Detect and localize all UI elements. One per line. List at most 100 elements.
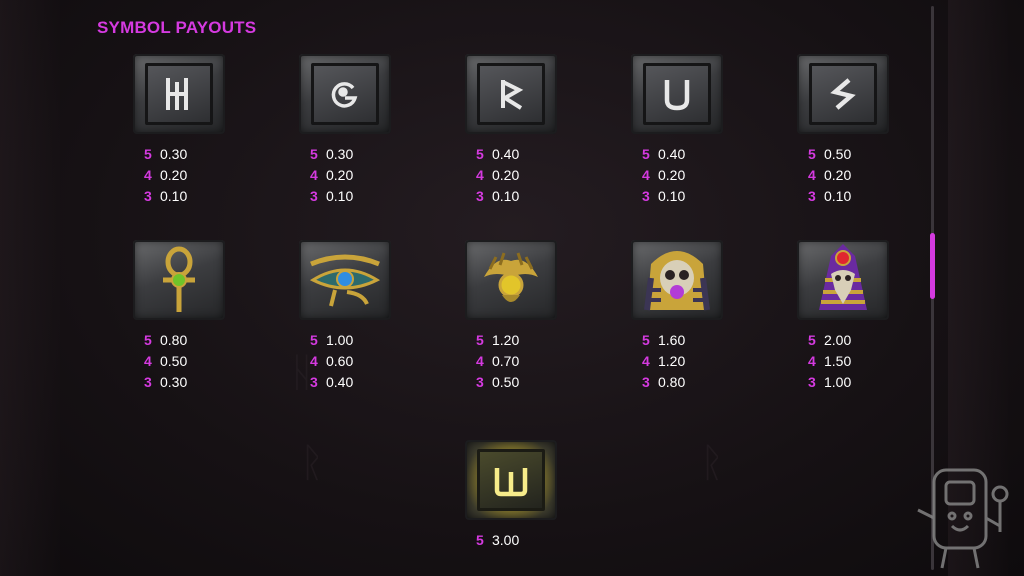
payout-value: 0.20 — [658, 167, 686, 183]
symbol-count: 4 — [144, 353, 152, 369]
symbol-count: 3 — [808, 374, 816, 390]
payout-value: 3.00 — [492, 532, 520, 548]
payout-row: 5 1.00 — [310, 330, 380, 351]
page-title: SYMBOL PAYOUTS — [97, 18, 257, 37]
payout-row: 4 0.20 — [642, 165, 712, 186]
symbol-tile — [465, 240, 557, 320]
payout-value: 0.10 — [824, 188, 852, 204]
payout-value: 1.20 — [492, 332, 520, 348]
symbol-tile — [465, 440, 557, 520]
symbol-count: 5 — [808, 332, 816, 348]
payout-value: 1.00 — [824, 374, 852, 390]
payout-list: 5 2.00 4 1.50 3 1.00 — [808, 330, 878, 393]
symbol-count: 4 — [808, 167, 816, 183]
payout-value: 0.30 — [160, 146, 188, 162]
payout-list: 5 0.40 4 0.20 3 0.10 — [642, 144, 712, 207]
scarab-icon — [484, 252, 538, 302]
payout-row: 5 0.80 — [144, 330, 214, 351]
symbol-count: 4 — [310, 167, 318, 183]
payout-row: 3 0.50 — [476, 372, 546, 393]
payout-row: 5 1.60 — [642, 330, 712, 351]
symbol-card: 5 2.00 4 1.50 3 1.00 — [797, 240, 889, 393]
payout-row: 4 0.20 — [144, 165, 214, 186]
payout-row: 4 1.20 — [642, 351, 712, 372]
symbol-count: 3 — [642, 374, 650, 390]
symbol-count: 3 — [310, 188, 318, 204]
payout-list: 5 0.30 4 0.20 3 0.10 — [144, 144, 214, 207]
payout-row: 5 0.30 — [144, 144, 214, 165]
symbol-tile — [299, 240, 391, 320]
payout-row: 3 0.80 — [642, 372, 712, 393]
symbol-count: 3 — [144, 374, 152, 390]
payout-row: 3 0.10 — [808, 186, 878, 207]
pharaoh-skull-icon — [644, 251, 710, 311]
symbol-tile — [465, 54, 557, 134]
symbol-count: 4 — [310, 353, 318, 369]
payout-list: 5 0.80 4 0.50 3 0.30 — [144, 330, 214, 393]
payout-value: 0.20 — [492, 167, 520, 183]
symbol-count: 3 — [808, 188, 816, 204]
symbol-tile — [631, 54, 723, 134]
symbol-card: 5 0.40 4 0.20 3 0.10 — [465, 54, 557, 207]
payout-value: 1.60 — [658, 332, 686, 348]
payout-value: 0.20 — [160, 167, 188, 183]
payout-row: 4 0.20 — [476, 165, 546, 186]
rune-u-icon — [664, 80, 690, 111]
ankh-icon — [163, 246, 195, 312]
payout-value: 0.70 — [492, 353, 520, 369]
payout-value: 0.40 — [326, 374, 354, 390]
payout-list: 5 3.00 — [476, 530, 546, 551]
symbol-tile — [631, 240, 723, 320]
symbol-frame — [311, 63, 379, 125]
eye-of-horus-icon — [309, 254, 381, 307]
symbol-count: 4 — [642, 167, 650, 183]
symbol-count: 5 — [476, 532, 484, 548]
payout-row: 3 0.10 — [642, 186, 712, 207]
payout-value: 1.50 — [824, 353, 852, 369]
payout-row: 5 0.50 — [808, 144, 878, 165]
payout-row: 3 0.30 — [144, 372, 214, 393]
payout-row: 5 2.00 — [808, 330, 878, 351]
symbol-card-wild: 5 3.00 — [465, 440, 557, 551]
payout-row: 5 0.40 — [476, 144, 546, 165]
payout-row: 4 0.20 — [808, 165, 878, 186]
symbol-count: 5 — [144, 332, 152, 348]
payout-row: 3 0.40 — [310, 372, 380, 393]
payout-row: 5 3.00 — [476, 530, 546, 551]
symbol-count: 5 — [144, 146, 152, 162]
payout-row: 5 0.30 — [310, 144, 380, 165]
symbol-count: 3 — [310, 374, 318, 390]
payout-value: 0.10 — [492, 188, 520, 204]
symbol-tile — [797, 240, 889, 320]
payout-row: 3 1.00 — [808, 372, 878, 393]
symbol-count: 4 — [144, 167, 152, 183]
rune-s-icon — [830, 78, 856, 110]
payout-row: 3 0.10 — [310, 186, 380, 207]
payout-value: 0.30 — [326, 146, 354, 162]
mascot-logo-icon — [917, 468, 1009, 569]
symbol-count: 4 — [808, 353, 816, 369]
payout-list: 5 0.40 4 0.20 3 0.10 — [476, 144, 546, 207]
payout-value: 1.00 — [326, 332, 354, 348]
payout-value: 2.00 — [824, 332, 852, 348]
symbol-count: 4 — [476, 353, 484, 369]
payout-row: 3 0.10 — [476, 186, 546, 207]
payout-value: 0.40 — [492, 146, 520, 162]
symbol-count: 5 — [476, 146, 484, 162]
symbol-card: 5 0.50 4 0.20 3 0.10 — [797, 54, 889, 207]
background-rune: ᚱ — [300, 440, 324, 486]
symbol-tile — [797, 54, 889, 134]
scrollbar-thumb[interactable] — [930, 233, 935, 299]
rune-h-icon — [166, 78, 188, 110]
payout-value: 0.50 — [824, 146, 852, 162]
symbol-card: 5 0.30 4 0.20 3 0.10 — [299, 54, 391, 207]
payout-row: 4 0.60 — [310, 351, 380, 372]
payout-row: 5 1.20 — [476, 330, 546, 351]
symbol-count: 3 — [642, 188, 650, 204]
payout-value: 0.20 — [326, 167, 354, 183]
symbol-frame — [145, 63, 213, 125]
payout-row: 4 1.50 — [808, 351, 878, 372]
payout-value: 0.20 — [824, 167, 852, 183]
payout-value: 0.10 — [326, 188, 354, 204]
payout-list: 5 1.00 4 0.60 3 0.40 — [310, 330, 380, 393]
